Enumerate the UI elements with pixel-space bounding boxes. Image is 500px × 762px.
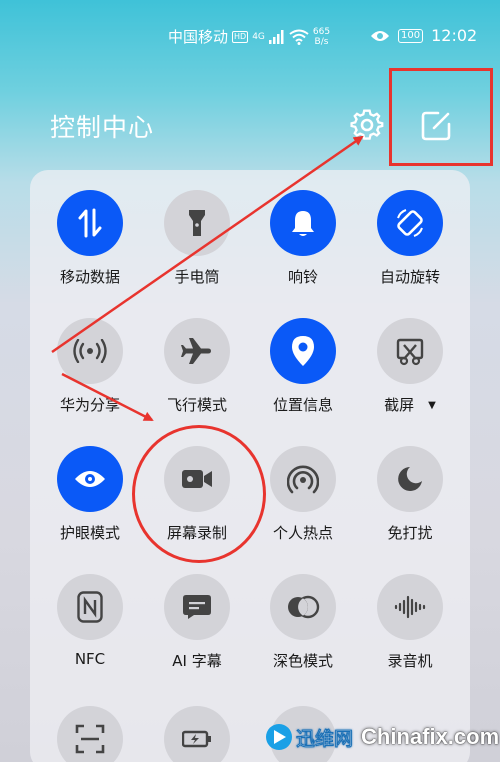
watermark-logo-icon	[266, 724, 292, 750]
watermark-brand-en: Chinafix.com	[361, 724, 500, 749]
annotation-arrows	[51, 135, 364, 422]
watermark-brand-cn: 迅维网	[296, 727, 354, 750]
watermark: 迅维网 Chinafix.com	[266, 712, 500, 762]
arrow-to-settings	[51, 135, 364, 354]
arrow-to-recording	[61, 372, 154, 422]
